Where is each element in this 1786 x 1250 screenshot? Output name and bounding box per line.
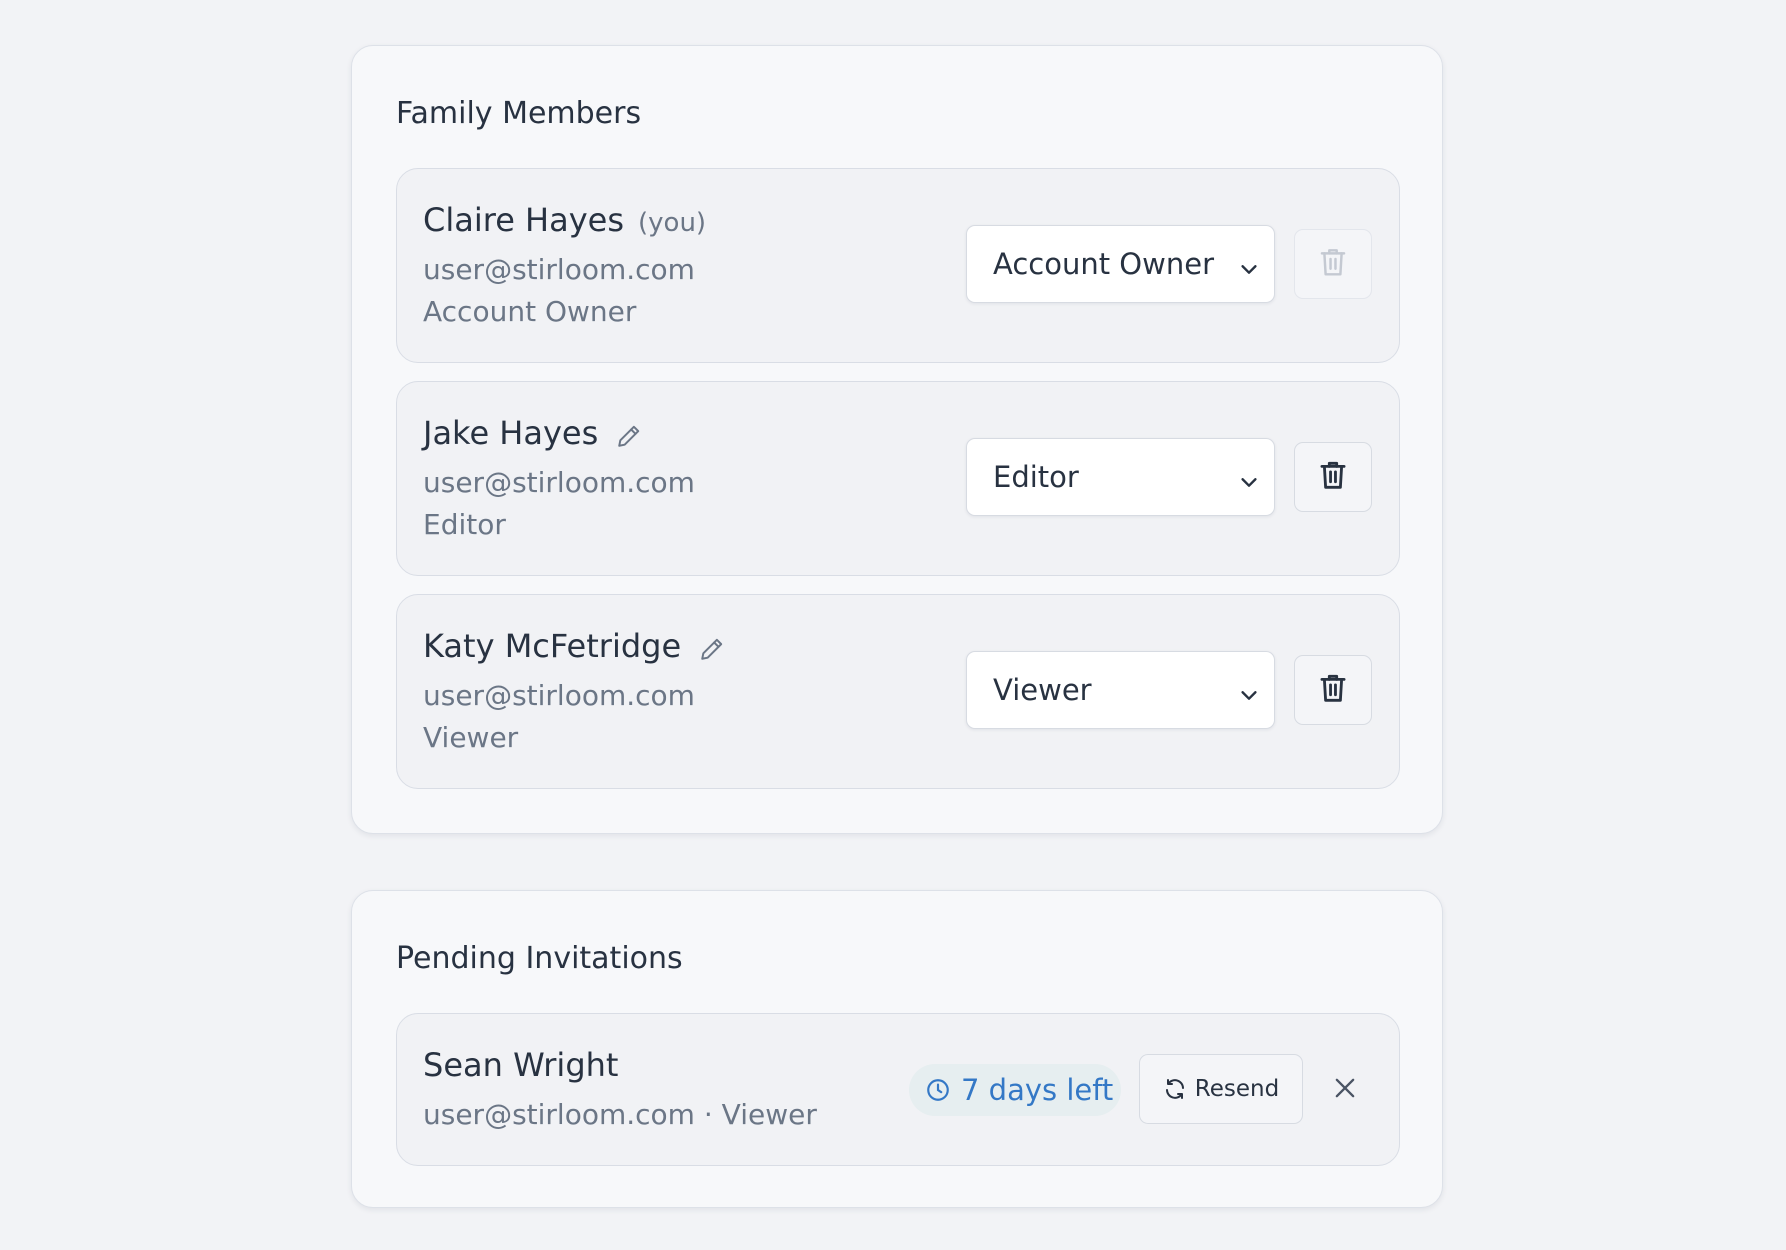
invitee-detail: user@stirloom.com · Viewer	[423, 1098, 817, 1131]
family-members-title: Family Members	[396, 96, 642, 131]
member-row: Katy McFetridge user@stirloom.com Viewer…	[396, 594, 1400, 789]
role-select-value: Viewer	[993, 673, 1092, 707]
trash-icon	[1318, 672, 1348, 708]
pencil-icon[interactable]	[616, 423, 642, 449]
delete-member-button	[1294, 229, 1372, 299]
member-row: Jake Hayes user@stirloom.com Editor Edit…	[396, 381, 1400, 576]
member-name: Claire Hayes	[423, 201, 625, 239]
pencil-icon[interactable]	[699, 636, 725, 662]
resend-label: Resend	[1194, 1076, 1280, 1102]
invitation-info: Sean Wright user@stirloom.com · Viewer	[423, 1046, 817, 1138]
close-icon	[1331, 1074, 1359, 1102]
role-select[interactable]: Account Owner	[966, 225, 1275, 303]
clock-icon	[925, 1077, 951, 1103]
member-info: Claire Hayes (you) user@stirloom.com Acc…	[423, 201, 706, 335]
chevron-down-icon	[1238, 253, 1260, 287]
trash-icon	[1318, 246, 1348, 282]
expiry-text: 7 days left	[961, 1073, 1114, 1107]
role-select[interactable]: Editor	[966, 438, 1275, 516]
member-name: Jake Hayes	[423, 414, 599, 452]
invitation-row: Sean Wright user@stirloom.com · Viewer 7…	[396, 1013, 1400, 1166]
refresh-icon	[1163, 1077, 1187, 1101]
chevron-down-icon	[1238, 466, 1260, 500]
trash-icon	[1318, 459, 1348, 495]
member-role-label: Viewer	[423, 721, 519, 754]
member-role-label: Account Owner	[423, 295, 637, 328]
member-email: user@stirloom.com	[423, 253, 695, 286]
member-info: Jake Hayes user@stirloom.com Editor	[423, 414, 695, 548]
role-select-value: Account Owner	[993, 247, 1214, 281]
role-select-value: Editor	[993, 460, 1079, 494]
pending-invitations-card: Pending Invitations Sean Wright user@sti…	[351, 890, 1443, 1208]
expiry-badge: 7 days left	[909, 1064, 1121, 1116]
member-role-label: Editor	[423, 508, 506, 541]
member-email: user@stirloom.com	[423, 466, 695, 499]
family-members-card: Family Members Claire Hayes (you) user@s…	[351, 45, 1443, 834]
invitee-name: Sean Wright	[423, 1046, 619, 1084]
member-info: Katy McFetridge user@stirloom.com Viewer	[423, 627, 725, 761]
delete-member-button[interactable]	[1294, 442, 1372, 512]
cancel-invitation-button[interactable]	[1327, 1070, 1363, 1106]
member-name: Katy McFetridge	[423, 627, 682, 665]
pending-invitations-title: Pending Invitations	[396, 941, 683, 976]
you-tag: (you)	[638, 208, 707, 238]
chevron-down-icon	[1238, 679, 1260, 713]
member-row: Claire Hayes (you) user@stirloom.com Acc…	[396, 168, 1400, 363]
role-select[interactable]: Viewer	[966, 651, 1275, 729]
member-email: user@stirloom.com	[423, 679, 695, 712]
resend-button[interactable]: Resend	[1139, 1054, 1303, 1124]
delete-member-button[interactable]	[1294, 655, 1372, 725]
